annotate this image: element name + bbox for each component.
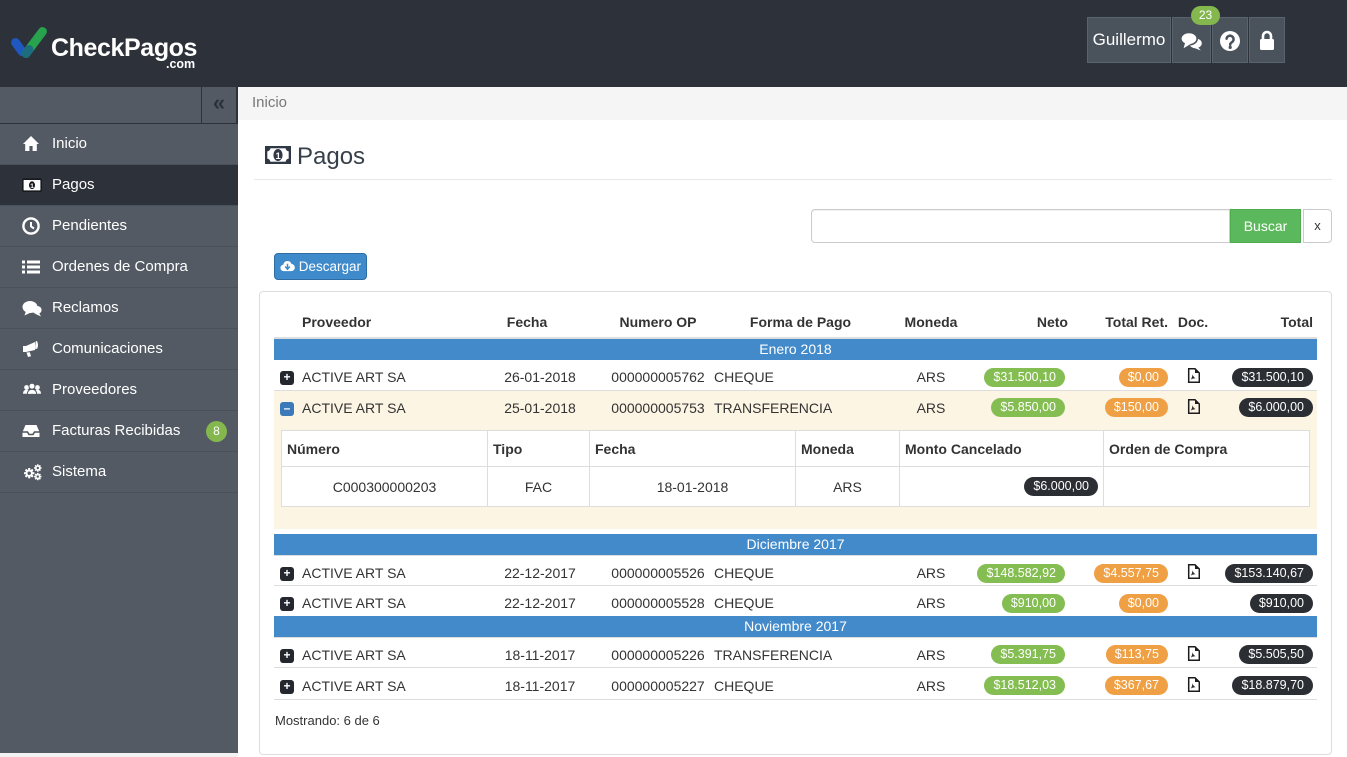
svg-text:1: 1 bbox=[30, 183, 34, 190]
svg-text:1: 1 bbox=[276, 151, 282, 162]
